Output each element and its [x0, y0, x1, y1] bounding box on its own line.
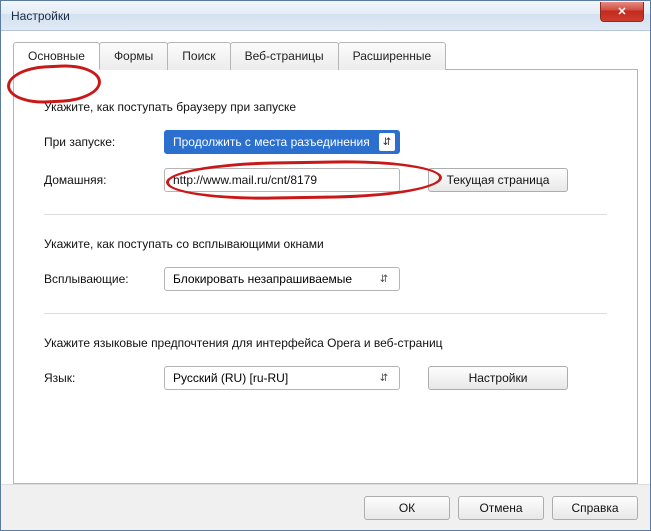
tab-webpages[interactable]: Веб-страницы — [230, 42, 339, 70]
window-title: Настройки — [11, 9, 70, 23]
current-page-button[interactable]: Текущая страница — [428, 168, 568, 192]
separator — [44, 313, 607, 314]
tab-search[interactable]: Поиск — [167, 42, 230, 70]
chevron-updown-icon: ⇵ — [379, 133, 395, 151]
startup-heading: Укажите, как поступать браузеру при запу… — [44, 100, 607, 114]
language-select[interactable]: Русский (RU) [ru-RU] ⇵ — [164, 366, 400, 390]
home-url-input[interactable] — [164, 168, 400, 192]
language-value: Русский (RU) [ru-RU] — [173, 371, 377, 385]
separator — [44, 214, 607, 215]
tab-advanced[interactable]: Расширенные — [338, 42, 447, 70]
tab-basic[interactable]: Основные — [13, 42, 100, 70]
row-language: Язык: Русский (RU) [ru-RU] ⇵ Настройки — [44, 366, 607, 390]
popups-select[interactable]: Блокировать незапрашиваемые ⇵ — [164, 267, 400, 291]
row-popups: Всплывающие: Блокировать незапрашиваемые… — [44, 267, 607, 291]
tab-strip: Основные Формы Поиск Веб-страницы Расшир… — [13, 41, 638, 69]
on-start-label: При запуске: — [44, 135, 164, 149]
tab-panel-basic: Укажите, как поступать браузеру при запу… — [13, 69, 638, 484]
on-start-select[interactable]: Продолжить с места разъединения ⇵ — [164, 130, 400, 154]
home-label: Домашняя: — [44, 173, 164, 187]
row-on-start: При запуске: Продолжить с места разъедин… — [44, 130, 607, 154]
chevron-updown-icon: ⇵ — [377, 373, 391, 384]
settings-window: Настройки ✕ Основные Формы Поиск Веб-стр… — [0, 0, 651, 531]
language-settings-button[interactable]: Настройки — [428, 366, 568, 390]
dialog-footer: ОК Отмена Справка — [1, 484, 650, 530]
tab-forms[interactable]: Формы — [99, 42, 168, 70]
row-home: Домашняя: Текущая страница — [44, 168, 607, 192]
popups-value: Блокировать незапрашиваемые — [173, 272, 377, 286]
help-button[interactable]: Справка — [552, 496, 638, 520]
titlebar: Настройки ✕ — [1, 1, 650, 31]
popups-label: Всплывающие: — [44, 272, 164, 286]
language-heading: Укажите языковые предпочтения для интерф… — [44, 336, 607, 350]
chevron-updown-icon: ⇵ — [377, 274, 391, 285]
close-icon: ✕ — [617, 5, 626, 18]
ok-button[interactable]: ОК — [364, 496, 450, 520]
popups-heading: Укажите, как поступать со всплывающими о… — [44, 237, 607, 251]
cancel-button[interactable]: Отмена — [458, 496, 544, 520]
on-start-value: Продолжить с места разъединения — [173, 135, 379, 149]
close-button[interactable]: ✕ — [600, 2, 644, 22]
client-area: Основные Формы Поиск Веб-страницы Расшир… — [1, 31, 650, 484]
language-label: Язык: — [44, 371, 164, 385]
